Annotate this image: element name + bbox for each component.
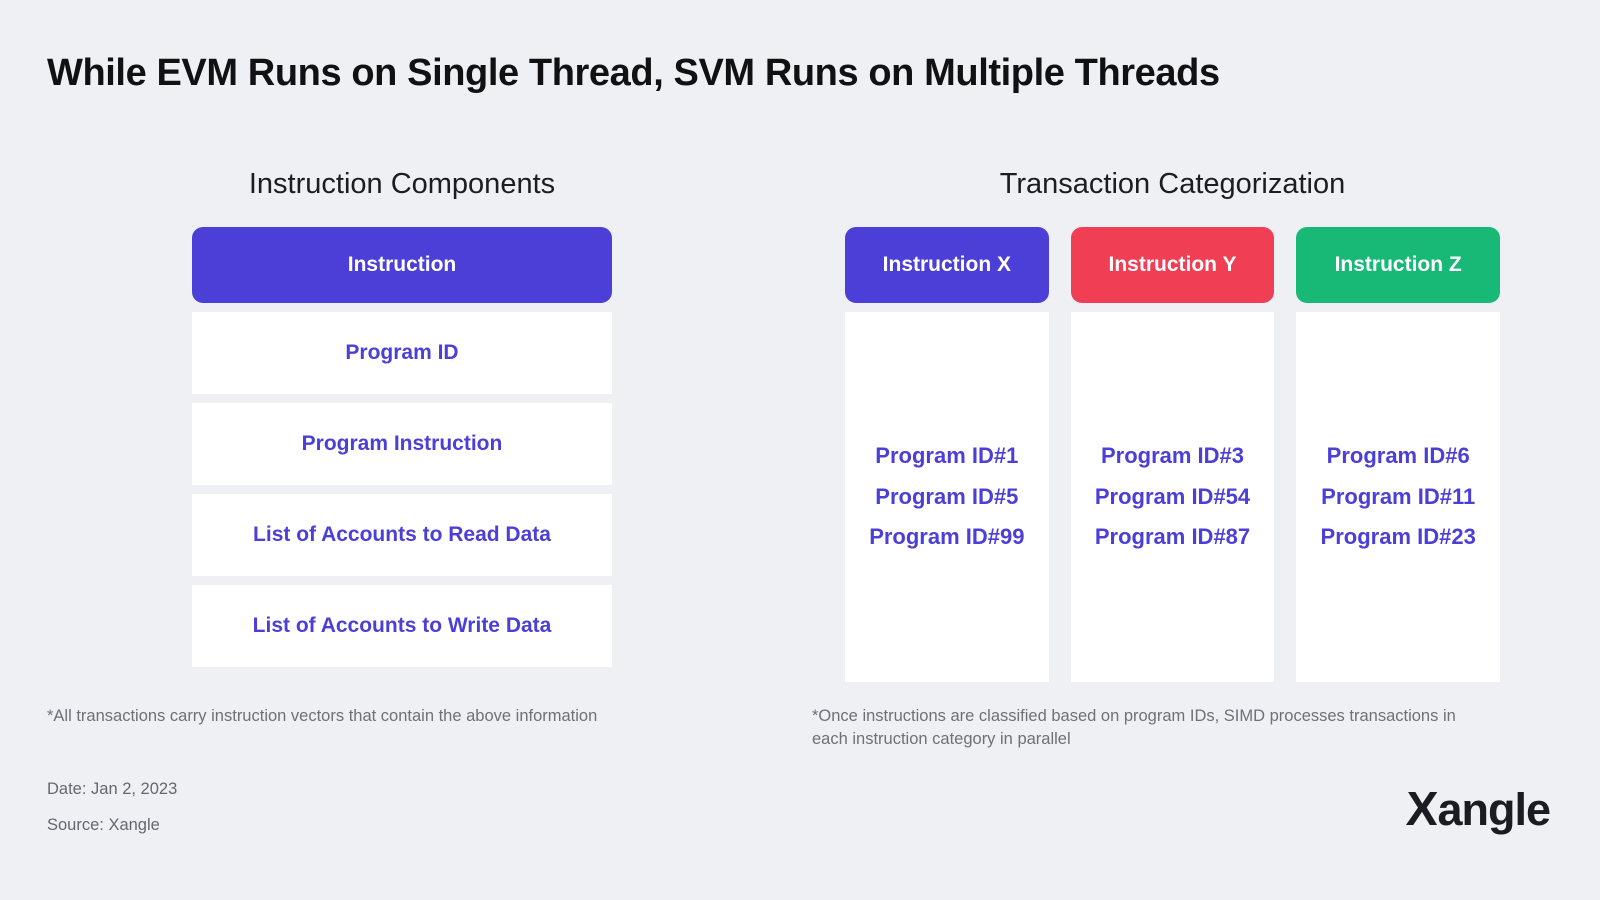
xangle-logo: Xangle	[1405, 782, 1551, 837]
category-header-instruction-y: Instruction Y	[1070, 227, 1275, 303]
source-label: Source: Xangle	[47, 816, 160, 834]
category-column-y: Instruction Y Program ID#3 Program ID#54…	[1070, 227, 1275, 682]
instruction-components-stack: Instruction Program ID Program Instructi…	[192, 227, 612, 676]
xangle-logo-x-mark: X	[1405, 783, 1439, 836]
program-id-item: Program ID#54	[1094, 483, 1251, 509]
program-id-item: Program ID#6	[1326, 442, 1470, 468]
transaction-categorization-title: Transaction Categorization	[999, 168, 1346, 200]
category-header-instruction-x: Instruction X	[845, 227, 1049, 303]
date-label: Date: Jan 2, 2023	[47, 780, 178, 798]
instruction-component-row-read-accounts: List of Accounts to Read Data	[192, 494, 612, 576]
program-id-item: Program ID#87	[1094, 524, 1251, 550]
program-id-item: Program ID#5	[875, 483, 1019, 509]
instruction-header-box: Instruction	[192, 227, 612, 303]
category-body-instruction-x: Program ID#1 Program ID#5 Program ID#99	[845, 312, 1049, 682]
program-id-item: Program ID#23	[1320, 524, 1476, 550]
category-column-z: Instruction Z Program ID#6 Program ID#11…	[1296, 227, 1501, 682]
instruction-component-row-program-id: Program ID	[192, 312, 612, 394]
left-footnote: *All transactions carry instruction vect…	[47, 707, 598, 725]
xangle-logo-wordmark: angle	[1437, 783, 1551, 835]
category-column-x: Instruction X Program ID#1 Program ID#5 …	[845, 227, 1049, 682]
program-id-item: Program ID#3	[1100, 442, 1245, 468]
instruction-component-row-write-accounts: List of Accounts to Write Data	[192, 585, 612, 667]
instruction-components-title: Instruction Components	[248, 168, 556, 200]
program-id-item: Program ID#1	[875, 442, 1019, 468]
transaction-category-grid: Instruction X Program ID#1 Program ID#5 …	[845, 227, 1501, 682]
category-body-instruction-z: Program ID#6 Program ID#11 Program ID#23	[1296, 312, 1501, 682]
instruction-component-row-program-instruction: Program Instruction	[192, 403, 612, 485]
page-title: While EVM Runs on Single Thread, SVM Run…	[47, 52, 1220, 94]
category-header-instruction-z: Instruction Z	[1296, 227, 1501, 303]
program-id-item: Program ID#99	[869, 524, 1025, 550]
category-body-instruction-y: Program ID#3 Program ID#54 Program ID#87	[1070, 312, 1275, 682]
program-id-item: Program ID#11	[1321, 483, 1476, 509]
right-footnote: *Once instructions are classified based …	[812, 707, 1456, 749]
